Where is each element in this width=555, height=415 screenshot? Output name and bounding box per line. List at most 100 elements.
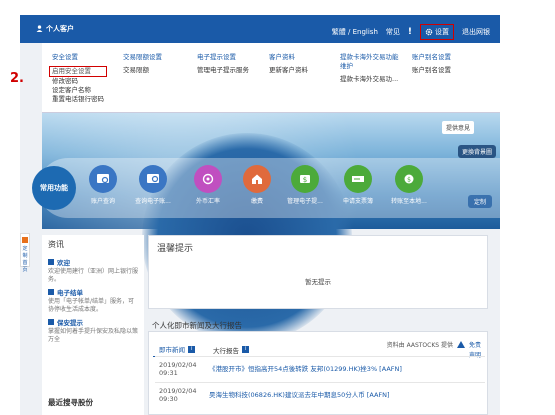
info-panel: 资讯 欢迎 欢迎使用建行（亚洲）网上银行服务。 电子结单 使用「电子帐单/结单」…	[42, 235, 144, 415]
news-headline[interactable]: 《港股开市》恒指高开54点後转跌 友邦(01299.HK)挫3% [AAFN]	[209, 365, 402, 377]
fx-rate-icon	[194, 165, 222, 193]
gear-icon	[425, 28, 433, 36]
bullet-icon	[48, 289, 54, 295]
quick-function-label: 管理电子提...	[287, 198, 323, 205]
recent-stock-search-title: 最近搜寻股份	[48, 398, 93, 407]
tab-broker-reports[interactable]: 大行报告 i	[207, 342, 255, 357]
warm-tip-title: 温馨提示	[157, 244, 194, 254]
customize-homepage-label: 定制首页	[22, 246, 28, 273]
quick-function-label: 常用功能	[32, 166, 76, 210]
news-tabs: 即市新闻 i 大行报告 i	[153, 342, 255, 357]
quick-function-label: 缴费	[250, 198, 263, 205]
dropdown-heading[interactable]: 交易限额设置	[123, 53, 162, 62]
customize-button[interactable]: 定制	[467, 195, 492, 208]
quick-function-label: 转账至本地...	[391, 198, 427, 205]
transfer-icon: $	[395, 165, 423, 193]
info-panel-title: 资讯	[48, 240, 64, 249]
quick-function-label: 账户查询	[90, 198, 115, 205]
info-icon[interactable]: i	[188, 345, 195, 353]
set-customer-name-item[interactable]: 设定客户名称	[52, 86, 107, 95]
change-password-item[interactable]: 修改密码	[52, 77, 107, 86]
language-switch[interactable]: 繁體 / English	[332, 27, 378, 37]
news-item-heading: 保安提示	[57, 319, 83, 327]
account-inquiry-icon	[89, 165, 117, 193]
bullet-icon	[48, 259, 54, 265]
divider	[155, 356, 485, 357]
quick-function-item[interactable]: $ 管理电子提...	[282, 165, 328, 205]
highlight-marker: !	[407, 27, 412, 37]
news-item-text: 使用「电子帐单/结单」服务，可协停收生活成本度。	[48, 298, 135, 313]
settings-button[interactable]: 设置	[420, 24, 454, 40]
news-headline[interactable]: 昊海生物科技(06826.HK)建议派去年中期息50分人币 [AAFN]	[209, 391, 390, 403]
dropdown-heading[interactable]: 安全设置	[52, 53, 107, 62]
news-item-text: 掌握如何着手提升保安及私隐以策万全	[48, 328, 139, 343]
cheque-book-icon	[344, 165, 372, 193]
news-item-estatement[interactable]: 电子结单	[48, 287, 138, 297]
dropdown-column-alerts: 电子提示设置 管理电子提示服务	[197, 53, 249, 75]
dropdown-column-security: 安全设置 启用安全设置 修改密码 设定客户名称 重置电话银行密码	[49, 53, 107, 104]
bill-payment-icon	[243, 165, 271, 193]
dropdown-heading[interactable]: 客户资料	[269, 53, 308, 62]
svg-text:$: $	[303, 176, 307, 184]
news-item-security-tips[interactable]: 保安提示	[48, 317, 138, 327]
news-section-title: 个人化即市新闻及大行报告	[152, 321, 242, 330]
customize-homepage-tab[interactable]: 定制首页	[20, 233, 30, 273]
quick-function-item[interactable]: 申请支票簿	[335, 165, 381, 205]
tab-label: 大行报告	[213, 346, 239, 355]
account-label: 个人客户	[46, 25, 74, 33]
transaction-limit-item[interactable]: 交易限额	[123, 66, 162, 75]
quick-function-item[interactable]: $ 转账至本地...	[386, 165, 432, 205]
news-row[interactable]: 2019/02/04 09:30 昊海生物科技(06826.HK)建议派去年中期息…	[159, 387, 390, 403]
dropdown-heading[interactable]: 账户别名设置	[412, 53, 451, 62]
account-alias-item[interactable]: 账户别名设置	[412, 66, 451, 75]
news-time: 09:31	[159, 369, 178, 377]
settings-dropdown: 安全设置 启用安全设置 修改密码 设定客户名称 重置电话银行密码 交易限额设置 …	[42, 43, 500, 113]
change-background-button[interactable]: 更換背景圖	[457, 145, 496, 158]
disclaimer-link[interactable]: 免责	[469, 340, 481, 349]
quick-function-item[interactable]: 外币汇率	[185, 165, 231, 205]
dropdown-heading[interactable]: 电子提示设置	[197, 53, 249, 62]
disclaimer-link-2[interactable]: 声明	[469, 350, 481, 359]
warm-tip-panel: 温馨提示 暂无提示	[148, 235, 488, 309]
step-marker: 2.	[10, 71, 24, 86]
dropdown-column-alias: 账户别名设置 账户别名设置	[412, 53, 451, 75]
warm-tip-body: 暂无提示	[305, 278, 331, 286]
quick-function-label: 查询电子账...	[135, 198, 171, 205]
dropdown-column-atm: 提款卡海外交易功能维护 提款卡海外交易功...	[340, 53, 404, 84]
tab-label: 即市新闻	[159, 346, 185, 354]
news-item-text: 欢迎使用建行（亚洲）网上银行服务。	[48, 268, 139, 283]
quick-function-item[interactable]: 查询电子账...	[130, 165, 176, 205]
news-item-heading: 电子结单	[57, 289, 83, 297]
source-label: 资料由 AASTOCKS 提供	[386, 342, 453, 349]
reset-phone-password-item[interactable]: 重置电话银行密码	[52, 95, 107, 104]
enable-security-settings-item[interactable]: 启用安全设置	[49, 66, 107, 77]
dropdown-heading[interactable]: 提款卡海外交易功能维护	[340, 53, 404, 71]
news-row[interactable]: 2019/02/04 09:31 《港股开市》恒指高开54点後转跌 友邦(0129…	[159, 361, 402, 377]
settings-label: 设置	[435, 28, 449, 36]
news-item-welcome[interactable]: 欢迎	[48, 257, 138, 267]
bullet-icon	[48, 319, 54, 325]
customize-icon	[22, 237, 28, 243]
manage-alerts-item[interactable]: 管理电子提示服务	[197, 66, 249, 75]
faq-link[interactable]: 常见	[386, 27, 400, 37]
quick-function-item[interactable]: 缴费	[234, 165, 280, 205]
quick-function-item[interactable]: 账户查询	[80, 165, 126, 205]
tab-market-news[interactable]: 即市新闻 i	[153, 342, 201, 357]
e-alert-icon: $	[291, 165, 319, 193]
svg-text:$: $	[407, 177, 411, 184]
feedback-button[interactable]: 提供意見	[441, 121, 474, 134]
update-profile-item[interactable]: 更新客户资料	[269, 66, 308, 75]
info-icon[interactable]: i	[242, 346, 249, 353]
dropdown-column-limits: 交易限额设置 交易限额	[123, 53, 162, 75]
dropdown-column-profile: 客户资料 更新客户资料	[269, 53, 308, 75]
atm-overseas-item[interactable]: 提款卡海外交易功...	[340, 75, 404, 84]
aastocks-logo-icon	[456, 341, 465, 348]
account-menu[interactable]: 个人客户	[36, 24, 74, 34]
e-statement-icon	[139, 165, 167, 193]
app-frame: 个人客户 繁體 / English 常见 ! 设置 退出网银 安全设置 启用安全…	[20, 15, 500, 415]
person-icon	[36, 25, 43, 32]
news-panel: 即市新闻i 大行报告i 资料由 AASTOCKS 提供 免责 声明 2019/0…	[148, 331, 488, 415]
news-item-heading: 欢迎	[57, 259, 70, 267]
logout-link[interactable]: 退出网银	[462, 27, 490, 37]
quick-function-label: 申请支票簿	[342, 198, 373, 205]
